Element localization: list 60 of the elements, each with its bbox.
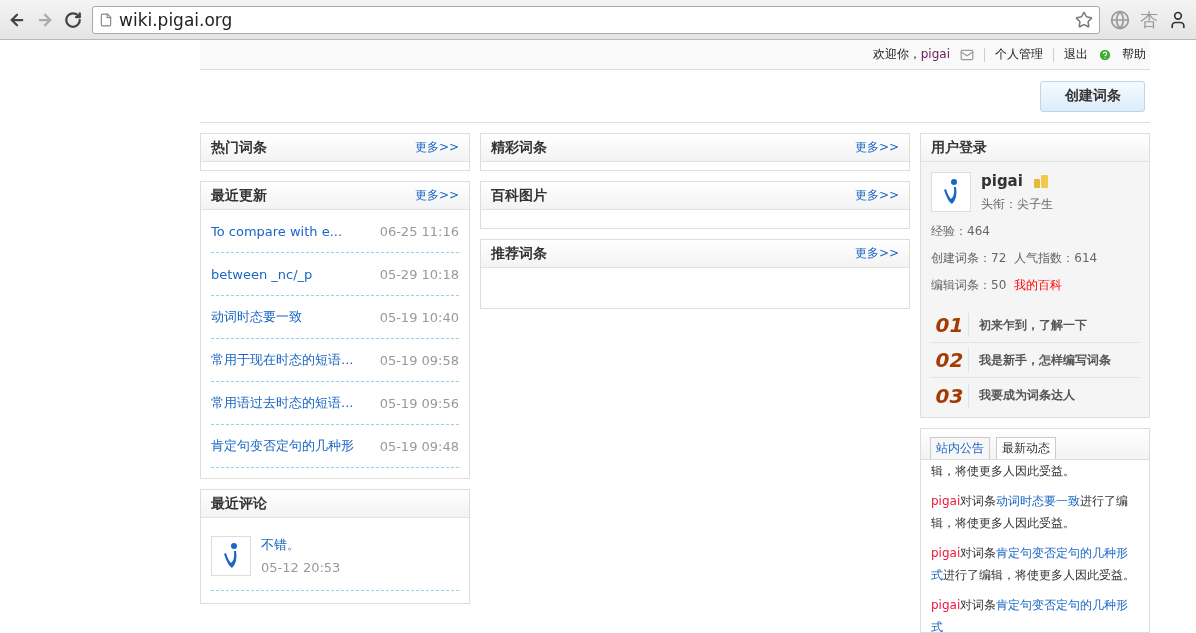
stat-text: 经验：464 [931,223,990,240]
panel-title: 百科图片 [491,186,547,205]
step-number: 01 [931,313,969,337]
activity-text: pigai对词条肯定句变否定句的几种形式 [931,597,1130,632]
user-name: pigai [981,172,1023,190]
stat-text: 人气指数：614 [1014,250,1098,267]
entry-link[interactable]: 动词时态要一致 [211,308,302,326]
panel-title: 最近评论 [211,494,267,513]
help-icon[interactable] [1098,47,1112,62]
panel-title: 热门词条 [211,138,267,157]
entry-time: 05-19 09:48 [379,438,459,454]
more-link[interactable]: 更多>> [414,139,459,156]
entry-time: 05-19 10:40 [379,309,459,325]
comment-time: 05-12 20:53 [261,560,341,575]
entry-link[interactable]: To compare with e... [211,223,343,239]
tab[interactable]: 最新动态 [996,437,1056,459]
top-link[interactable]: 帮助 [1122,46,1146,63]
guide-link[interactable]: 我要成为词条达人 [979,387,1075,404]
step-number: 02 [931,348,969,372]
panel-title: 最近更新 [211,186,267,205]
person-icon[interactable] [1168,9,1188,30]
url-text: wiki.pigai.org [119,9,233,30]
more-link[interactable]: 更多>> [854,139,899,156]
entry-time: 05-29 10:18 [379,266,459,282]
activity-text: 辑，将使更多人因此受益。 [931,463,1076,480]
activity-text: pigai对词条肯定句变否定句的几种形式进行了编辑，将使更多人因此受益。 [931,545,1136,584]
entry-time: 06-25 11:16 [379,223,459,239]
panel-title: 推荐词条 [491,244,547,263]
tab[interactable]: 站内公告 [930,437,990,459]
panel-title: 用户登录 [931,138,987,157]
more-link[interactable]: 更多>> [854,245,899,262]
create-entry-button[interactable]: 创建词条 [1040,80,1145,112]
welcome-text: 欢迎你，pigai [872,46,950,63]
rank-text: 头衔：尖子生 [981,196,1053,213]
star-icon[interactable] [1075,10,1093,29]
step-number: 03 [931,383,969,408]
guide-link[interactable]: 初来乍到，了解一下 [979,316,1087,334]
comment-link[interactable]: 不错。 [261,536,341,554]
coins-icon [1032,174,1049,188]
entry-link[interactable]: 常用于现在时态的短语... [211,351,354,369]
more-link[interactable]: 更多>> [854,187,899,204]
mail-icon[interactable] [960,47,974,62]
top-link[interactable]: 个人管理 [995,46,1043,63]
stat-text: 创建词条：72 [931,250,1007,267]
address-bar[interactable]: wiki.pigai.org [92,5,1100,34]
my-wiki-link[interactable]: 我的百科 [1014,277,1063,294]
entry-time: 05-19 09:58 [379,352,459,368]
entry-link[interactable]: 肯定句变否定句的几种形 [211,437,354,455]
more-link[interactable]: 更多>> [414,187,459,204]
entry-time: 05-19 09:56 [379,395,459,411]
panel-title: 精彩词条 [491,138,547,157]
page-icon [99,12,113,27]
top-link[interactable]: 退出 [1064,46,1088,63]
entry-link[interactable]: 常用语过去时态的短语... [211,394,354,412]
globe-icon[interactable] [1110,9,1130,30]
reload-icon[interactable] [64,10,82,29]
guide-link[interactable]: 我是新手，怎样编写词条 [979,351,1111,369]
entry-link[interactable]: between _nc/_p [211,266,313,282]
activity-text: pigai对词条动词时态要一致进行了编辑，将使更多人因此受益。 [931,493,1130,532]
stat-text: 编辑词条：50 [931,277,1007,294]
